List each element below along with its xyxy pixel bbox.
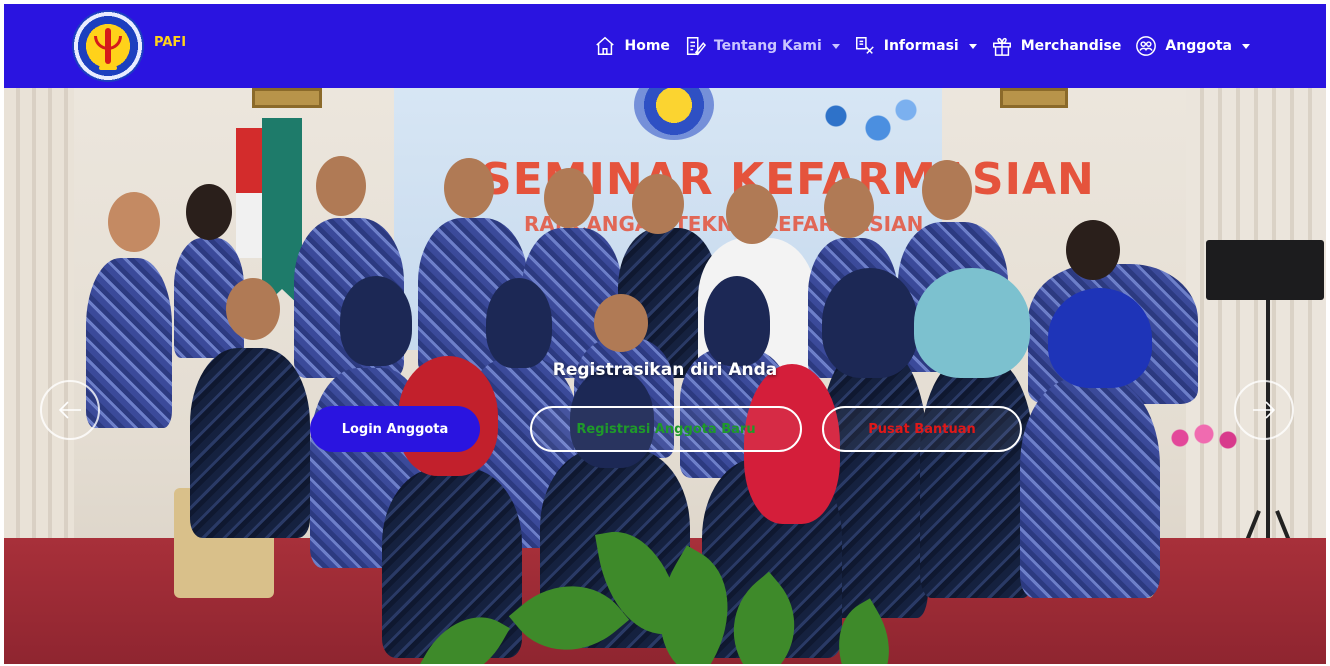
carousel-next-button[interactable] (1234, 380, 1294, 440)
nav-tentang-kami-label[interactable]: Tentang Kami (714, 38, 822, 54)
person-head (444, 158, 494, 218)
carousel-prev-button[interactable] (40, 380, 100, 440)
person-head (824, 178, 874, 238)
nav-merchandise[interactable]: Merchandise (991, 35, 1122, 57)
person-head (922, 160, 972, 220)
person-head (594, 294, 648, 352)
main-nav: Home Tentang Kami Informasi Merchandise … (594, 4, 1250, 88)
chevron-down-icon (831, 43, 840, 49)
home-icon (596, 36, 615, 55)
nav-anggota-label[interactable]: Anggota (1165, 38, 1232, 54)
speaker (1206, 240, 1324, 300)
person-head (1066, 220, 1120, 280)
person-head (186, 184, 232, 240)
flower-arrangement (1164, 418, 1244, 458)
hero-carousel: SEMINAR KEFARMASIAN RANCANGAN TEKNIS KEF… (4, 88, 1326, 664)
nav-merchandise-label[interactable]: Merchandise (1021, 38, 1122, 54)
register-new-member-button[interactable]: Registrasi Anggota Baru (530, 406, 802, 452)
person (1020, 378, 1160, 598)
person-head (226, 278, 280, 340)
nav-home-label[interactable]: Home (624, 38, 669, 54)
banner-hexagons (794, 92, 934, 152)
chevron-down-icon (1242, 43, 1250, 49)
person-head (108, 192, 160, 252)
login-member-button[interactable]: Login Anggota (310, 406, 480, 452)
navbar: PAFI Home Tentang Kami Informasi Merchan… (4, 4, 1326, 88)
flag-indonesia (236, 128, 262, 258)
help-center-button[interactable]: Pusat Bantuan (822, 406, 1022, 452)
person-head (316, 156, 366, 216)
nav-anggota[interactable]: Anggota (1135, 35, 1250, 57)
logo-ribbon (99, 66, 117, 70)
person-head (544, 168, 594, 228)
gift-icon (992, 37, 1011, 56)
curtain-right (1186, 88, 1326, 558)
arrow-right-icon (1253, 401, 1276, 419)
nav-tentang-kami[interactable]: Tentang Kami (684, 35, 840, 57)
document-edit-icon (686, 37, 706, 56)
curtain-left (4, 88, 74, 558)
brand-name[interactable]: PAFI (154, 35, 186, 50)
brand[interactable]: PAFI (72, 10, 186, 82)
person-head (726, 184, 778, 244)
hijab (486, 278, 552, 368)
person-head (632, 174, 684, 234)
chevron-down-icon (968, 43, 977, 49)
wall-frame-right (1000, 88, 1068, 108)
nav-informasi-label[interactable]: Informasi (884, 38, 959, 54)
arrow-left-icon (58, 401, 81, 419)
members-icon (1136, 36, 1157, 56)
banner-logo (634, 88, 714, 140)
logo-bowl (94, 36, 122, 50)
nav-home[interactable]: Home (594, 35, 670, 57)
info-board-icon (855, 37, 874, 54)
hero-title: Registrasikan diri Anda (552, 360, 778, 380)
nav-informasi[interactable]: Informasi (854, 35, 977, 57)
page-frame: PAFI Home Tentang Kami Informasi Merchan… (4, 4, 1326, 664)
person (920, 358, 1034, 598)
hijab (340, 276, 412, 366)
pafi-logo[interactable] (72, 10, 144, 82)
wall-frame-left (252, 88, 322, 108)
hijab (704, 276, 770, 366)
